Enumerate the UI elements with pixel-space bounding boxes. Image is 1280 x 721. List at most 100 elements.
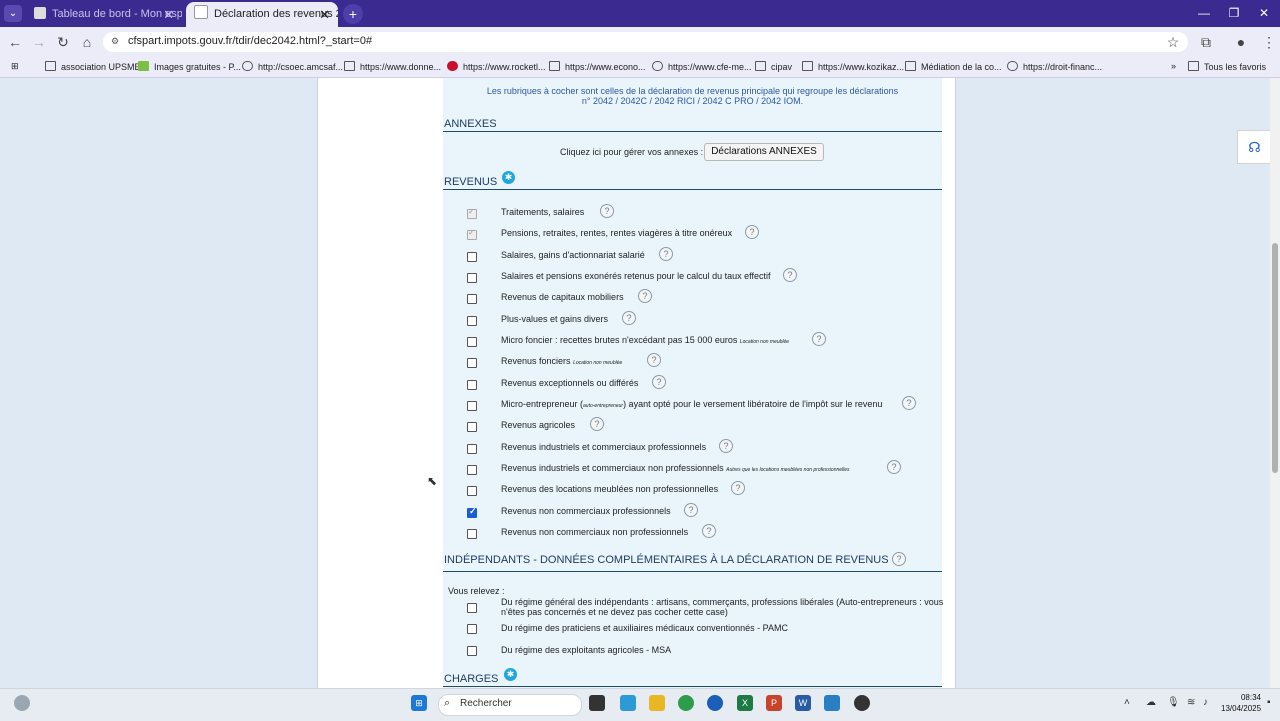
word-icon[interactable]: W [795, 695, 811, 711]
checkbox-pamc[interactable] [467, 624, 477, 634]
wifi-icon[interactable]: ≋ [1187, 697, 1195, 708]
clock-date: 13/04/2025 [1221, 704, 1262, 713]
checkbox-bnc-non-pro[interactable] [467, 529, 477, 539]
help-icon[interactable]: ? [745, 225, 759, 239]
bookmark-5[interactable]: https://www.rocketl... [447, 61, 546, 72]
help-icon[interactable]: ? [719, 439, 733, 453]
copilot-icon[interactable] [620, 695, 636, 711]
checkbox-micro-entrepreneur[interactable] [467, 401, 477, 411]
help-icon[interactable]: ? [600, 204, 614, 218]
checkbox-lmnp[interactable] [467, 486, 477, 496]
checkbox-bic-pro[interactable] [467, 444, 477, 454]
bookmark-11[interactable]: https://droit-financ... [1007, 61, 1102, 72]
label-traitements: Traitements, salaires [501, 207, 585, 217]
menu-icon[interactable]: ⋮ [1259, 33, 1279, 51]
globe-icon [1007, 61, 1018, 71]
url-text[interactable]: cfspart.impots.gouv.fr/tdir/dec2042.html… [128, 35, 372, 47]
forward-icon[interactable]: → [29, 33, 49, 51]
checkbox-revenus-agricoles[interactable] [467, 422, 477, 432]
bookmark-1[interactable]: association UPSME [45, 61, 141, 72]
tab-declaration[interactable]: Déclaration des revenus 2024 ✕ [186, 2, 338, 27]
close-tab-icon[interactable]: ✕ [319, 2, 330, 27]
home-icon[interactable]: ⌂ [77, 33, 97, 51]
checkbox-msa[interactable] [467, 646, 477, 656]
powerpoint-icon[interactable]: P [766, 695, 782, 711]
search-placeholder: Rechercher [460, 698, 512, 709]
help-icon[interactable]: ? [647, 353, 661, 367]
bookmark-8[interactable]: cipav [755, 61, 792, 72]
file-explorer-icon[interactable] [649, 695, 665, 711]
help-icon[interactable]: ? [812, 332, 826, 346]
edge-icon[interactable] [707, 695, 723, 711]
help-icon[interactable]: ? [783, 268, 797, 282]
minimize-button[interactable]: — [1190, 4, 1218, 22]
cloud-icon[interactable]: ☁ [1146, 697, 1156, 708]
close-tab-icon[interactable]: ✕ [163, 2, 174, 27]
help-icon[interactable]: ? [659, 247, 673, 261]
label-regime-general-1: Du régime général des indépendants : art… [501, 597, 944, 607]
help-icon[interactable]: ? [638, 289, 652, 303]
help-icon[interactable]: ? [590, 417, 604, 431]
scrollbar-thumb[interactable] [1272, 243, 1278, 473]
headset-icon[interactable]: ☊ [1237, 130, 1272, 164]
checkbox-salaires-exoneres[interactable] [467, 273, 477, 283]
info-icon[interactable]: ✱ [502, 171, 515, 184]
help-icon[interactable]: ? [892, 552, 906, 566]
microphone-icon[interactable]: 🎙 [1167, 697, 1180, 708]
maximize-button[interactable]: ❐ [1220, 4, 1248, 22]
apps-icon[interactable]: ⊞ [11, 61, 19, 72]
mouse-cursor-icon: ⬉ [427, 474, 438, 488]
checkbox-salaires-actionnariat[interactable] [467, 252, 477, 262]
widgets-icon[interactable] [14, 695, 30, 711]
all-bookmarks[interactable]: Tous les favoris [1188, 61, 1266, 72]
bookmark-2[interactable]: Images gratuites - P... [138, 61, 241, 72]
back-icon[interactable]: ← [5, 33, 25, 51]
extensions-icon[interactable]: ⧉ [1196, 33, 1216, 51]
tray-chevron-icon[interactable]: ˄ [1124, 697, 1130, 708]
tab-search-icon[interactable]: ⌄ [4, 5, 22, 22]
label-regime-general-2: n'êtes pas concernés et ne devez pas coc… [501, 607, 728, 617]
bookmark-9[interactable]: https://www.kozikaz... [802, 61, 904, 72]
help-icon[interactable]: ? [731, 481, 745, 495]
info-icon[interactable]: ✱ [504, 668, 517, 681]
help-icon[interactable]: ? [902, 396, 916, 410]
new-tab-button[interactable]: + [343, 4, 363, 24]
bookmark-10[interactable]: Médiation de la co... [905, 61, 1002, 72]
help-icon[interactable]: ? [702, 524, 716, 538]
profile-avatar[interactable]: ● [1231, 33, 1251, 51]
help-icon[interactable]: ? [652, 375, 666, 389]
checkbox-revenus-exceptionnels[interactable] [467, 380, 477, 390]
annexes-button[interactable]: Déclarations ANNEXES [704, 143, 824, 161]
tab-dashboard[interactable]: Tableau de bord - Mon espace ✕ [26, 2, 182, 27]
checkbox-bnc-pro[interactable] [467, 506, 477, 518]
annexes-title: ANNEXES [444, 118, 497, 130]
photos-icon[interactable] [824, 695, 840, 711]
chrome-icon[interactable] [678, 695, 694, 711]
bookmark-6[interactable]: https://www.econo... [549, 61, 646, 72]
reload-icon[interactable]: ↻ [53, 33, 73, 51]
notification-icon[interactable]: ▪ [1267, 697, 1271, 708]
clock-time: 08:34 [1240, 693, 1261, 702]
help-icon[interactable]: ? [622, 311, 636, 325]
volume-icon[interactable]: ♪ [1203, 697, 1208, 708]
task-view-icon[interactable] [589, 695, 605, 711]
checkbox-regime-general[interactable] [467, 603, 477, 613]
bookmark-4[interactable]: https://www.donne... [344, 61, 441, 72]
checkbox-bic-non-pro[interactable] [467, 465, 477, 475]
close-window-button[interactable]: ✕ [1250, 4, 1278, 22]
bookmark-3[interactable]: http://csoec.amcsaf... [242, 61, 343, 72]
bookmark-7[interactable]: https://www.cfe-me... [652, 61, 752, 72]
checkbox-plus-values[interactable] [467, 316, 477, 326]
more-bookmarks-icon[interactable]: » [1171, 61, 1176, 71]
clock[interactable]: 08:34 13/04/2025 [1221, 692, 1261, 714]
help-icon[interactable]: ? [684, 503, 698, 517]
excel-icon[interactable]: X [737, 695, 753, 711]
checkbox-micro-foncier[interactable] [467, 337, 477, 347]
bookmark-star-icon[interactable]: ☆ [1163, 33, 1183, 51]
checkbox-revenus-fonciers[interactable] [467, 358, 477, 368]
site-info-icon[interactable]: ⚙ [111, 36, 121, 46]
start-icon[interactable]: ⊞ [411, 695, 427, 711]
help-icon[interactable]: ? [887, 460, 901, 474]
app-icon[interactable] [854, 695, 870, 711]
checkbox-capitaux-mobiliers[interactable] [467, 294, 477, 304]
